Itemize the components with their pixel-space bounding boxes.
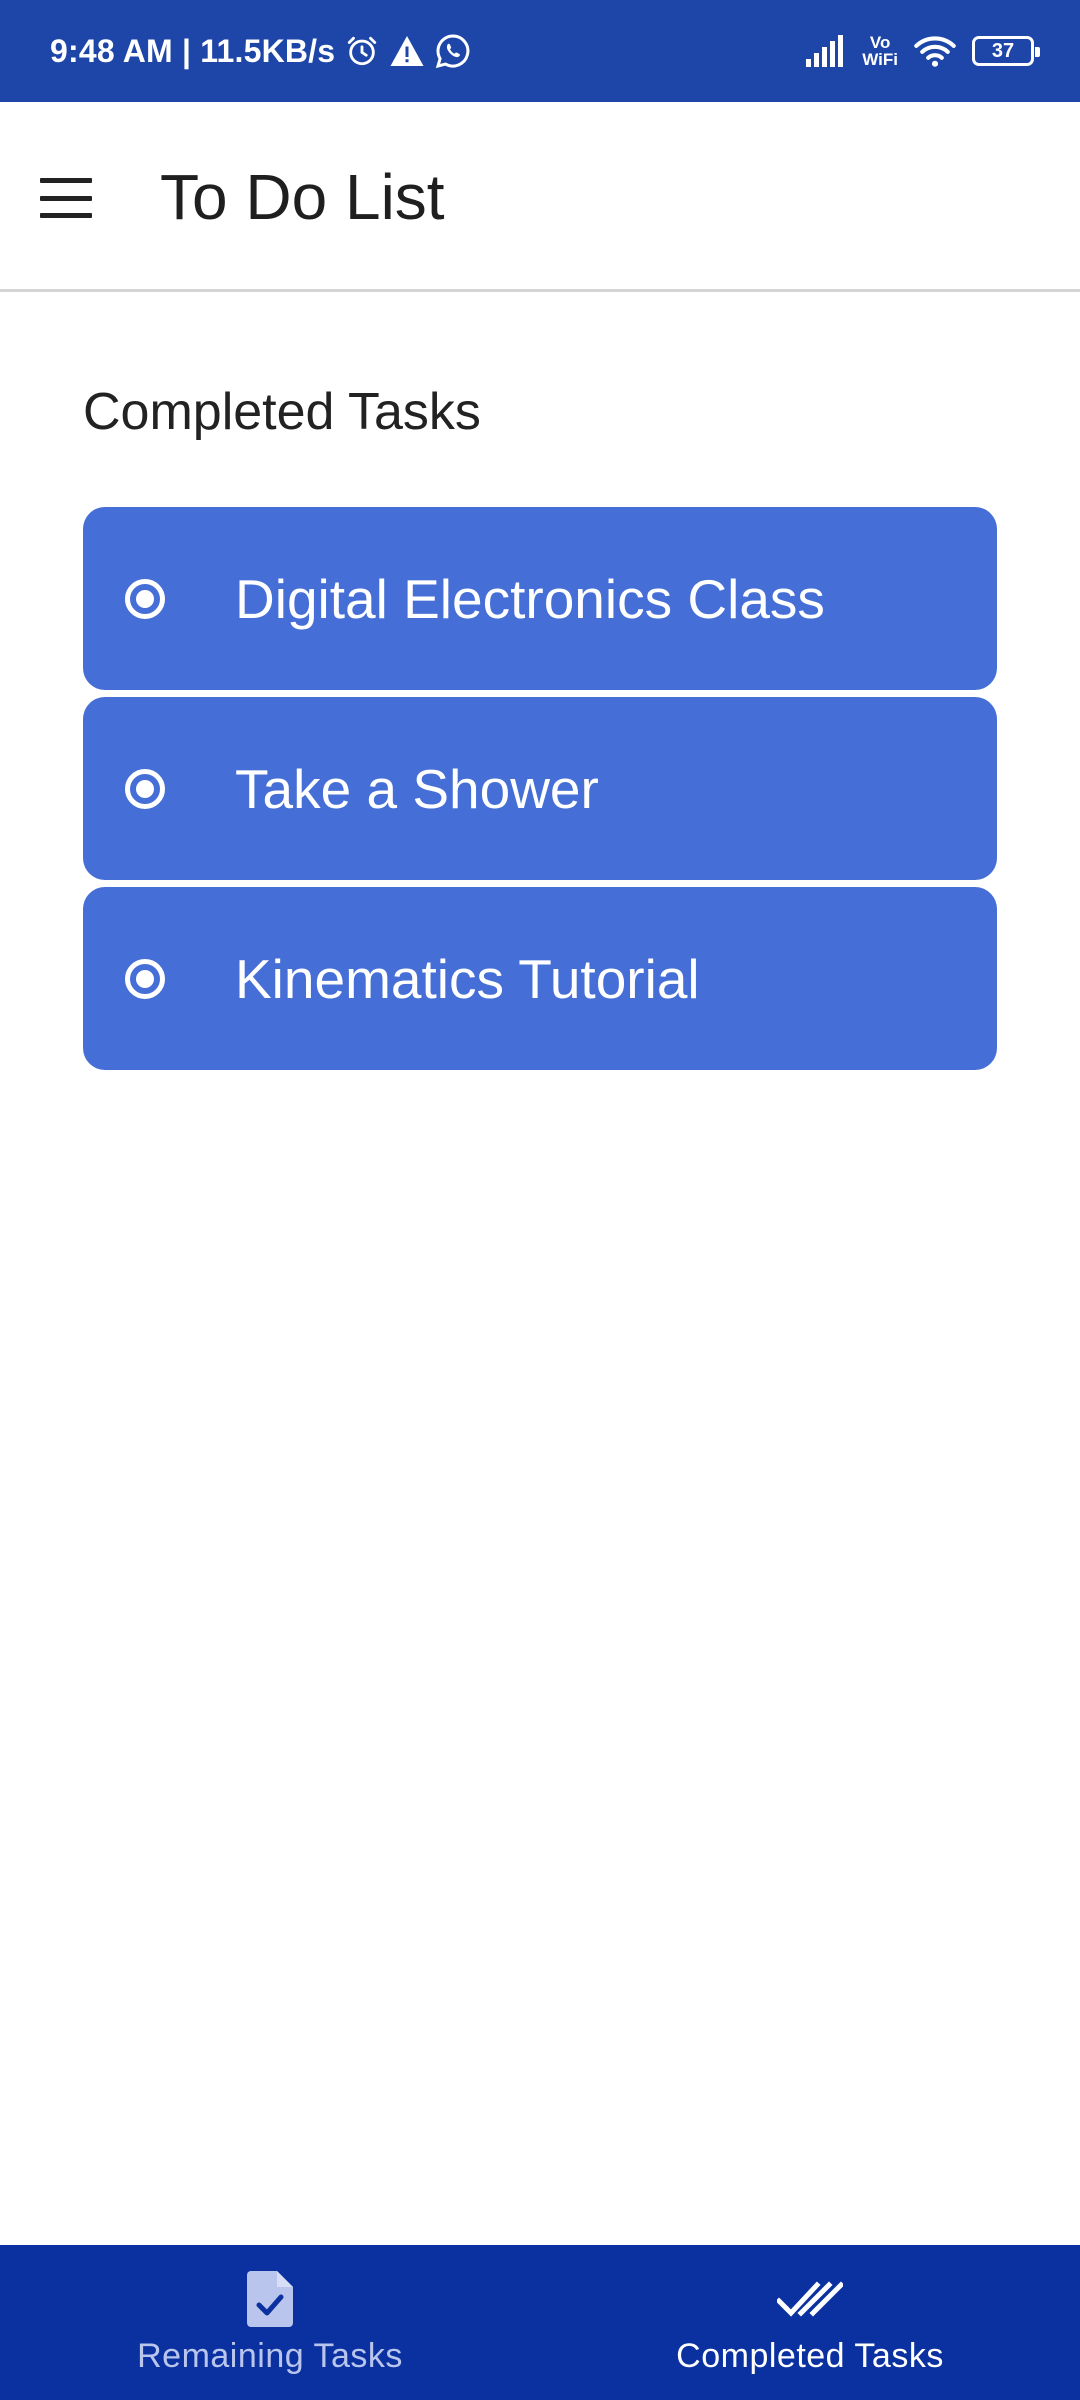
app-bar: To Do List bbox=[0, 102, 1080, 292]
radio-selected-icon[interactable] bbox=[125, 578, 165, 619]
completed-task-list: Digital Electronics Class Take a Shower … bbox=[83, 507, 997, 1077]
radio-selected-icon[interactable] bbox=[125, 768, 165, 809]
task-card[interactable]: Digital Electronics Class bbox=[83, 507, 997, 690]
hamburger-menu-icon[interactable] bbox=[40, 178, 92, 218]
warning-icon bbox=[389, 34, 425, 68]
signal-icon bbox=[806, 35, 846, 67]
vo-wifi-icon: Vo WiFi bbox=[862, 34, 898, 68]
task-card[interactable]: Kinematics Tutorial bbox=[83, 887, 997, 1070]
nav-completed-tasks[interactable]: Completed Tasks bbox=[540, 2245, 1080, 2400]
app-title: To Do List bbox=[160, 161, 445, 233]
status-bar: 9:48 AM | 11.5KB/s Vo WiFi 37 bbox=[0, 0, 1080, 102]
task-card[interactable]: Take a Shower bbox=[83, 697, 997, 880]
bottom-navigation: Remaining Tasks Completed Tasks bbox=[0, 2245, 1080, 2400]
task-label: Kinematics Tutorial bbox=[235, 947, 700, 1010]
screen: 9:48 AM | 11.5KB/s Vo WiFi 37 To Do List… bbox=[0, 0, 1080, 2400]
whatsapp-icon bbox=[435, 33, 471, 69]
radio-selected-icon[interactable] bbox=[125, 958, 165, 999]
status-right: Vo WiFi 37 bbox=[806, 34, 1040, 68]
nav-remaining-tasks[interactable]: Remaining Tasks bbox=[0, 2245, 540, 2400]
section-title: Completed Tasks bbox=[83, 383, 481, 441]
vo-wifi-bottom: WiFi bbox=[862, 50, 898, 69]
battery-icon: 37 bbox=[972, 36, 1040, 66]
menu-line bbox=[40, 213, 92, 218]
menu-line bbox=[40, 195, 92, 201]
task-document-check-icon bbox=[247, 2269, 293, 2329]
wifi-icon bbox=[914, 34, 956, 68]
menu-line bbox=[40, 178, 92, 183]
status-time-speed: 9:48 AM | 11.5KB/s bbox=[50, 32, 336, 69]
nav-label: Completed Tasks bbox=[676, 2337, 944, 2375]
alarm-icon bbox=[345, 34, 379, 68]
battery-level: 37 bbox=[991, 39, 1015, 62]
nav-label: Remaining Tasks bbox=[137, 2337, 403, 2375]
status-left: 9:48 AM | 11.5KB/s bbox=[50, 33, 471, 70]
task-label: Take a Shower bbox=[235, 757, 599, 820]
task-label: Digital Electronics Class bbox=[235, 567, 825, 630]
double-check-icon bbox=[777, 2269, 843, 2329]
